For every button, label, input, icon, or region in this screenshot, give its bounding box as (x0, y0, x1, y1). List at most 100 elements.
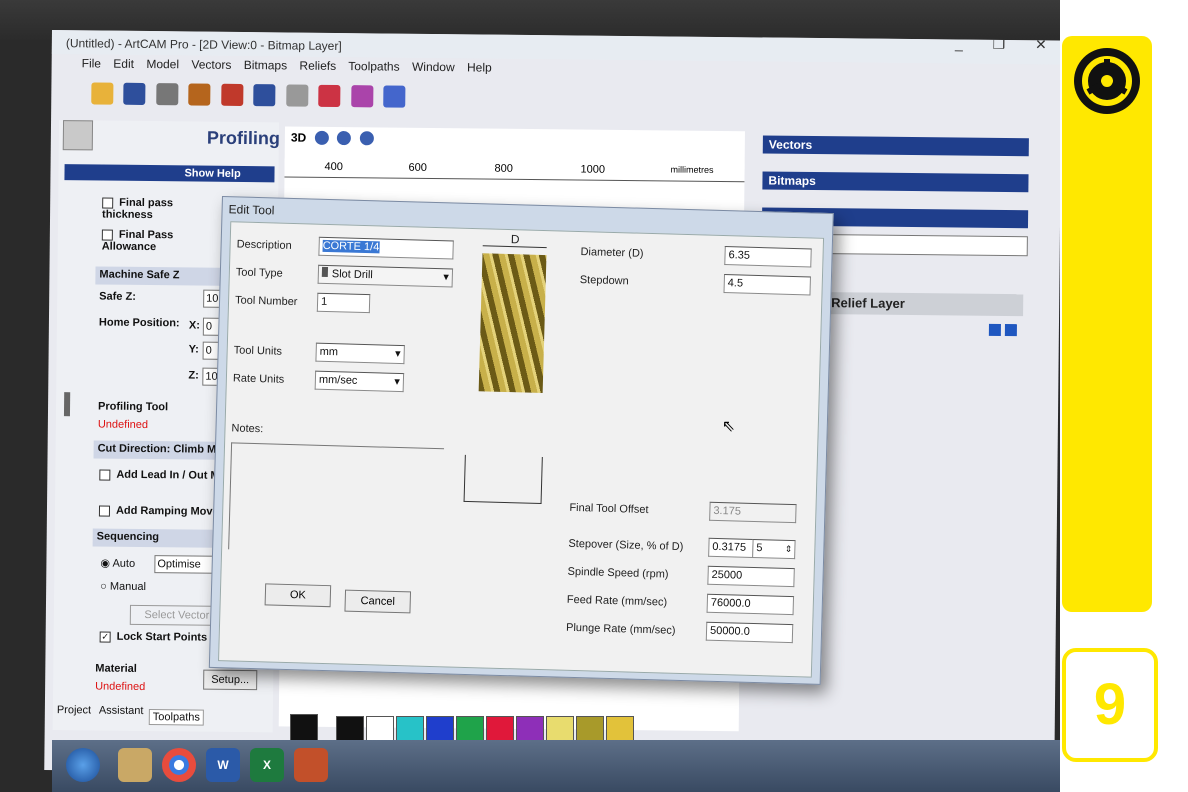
tab-project[interactable]: Project (57, 704, 91, 716)
optimise-select[interactable]: Optimise (154, 555, 219, 574)
chevron-down-icon: ▾ (394, 375, 401, 389)
zoom-in-icon[interactable] (314, 130, 329, 145)
mouse-cursor-icon: ⇖ (721, 418, 736, 436)
final-pass-allowance-checkbox[interactable] (101, 229, 113, 241)
panel-title: Profiling (206, 127, 280, 149)
home-x-label: X: (188, 319, 200, 332)
home-position-label: Home Position: (98, 316, 180, 330)
profiling-tool-status: Undefined (97, 418, 149, 432)
move-up-icon[interactable] (988, 323, 1001, 336)
lead-in-checkbox[interactable] (99, 469, 111, 481)
rate-units-select[interactable]: mm/sec ▾ (314, 370, 405, 393)
tab-assistant[interactable]: Assistant (99, 705, 144, 717)
ruler-tick-1000: 1000 (580, 163, 606, 176)
start-button-icon[interactable] (66, 748, 100, 782)
lock-start-checkbox[interactable]: ✓ (99, 631, 111, 643)
ramping-option[interactable]: Add Ramping Moves (98, 504, 225, 518)
menu-help[interactable]: Help (467, 60, 492, 74)
diameter-label: Diameter (D) (580, 246, 644, 260)
tool-units-select[interactable]: mm ▾ (315, 342, 405, 365)
ramping-checkbox[interactable] (98, 505, 111, 517)
undo-icon[interactable] (253, 84, 276, 107)
manual-radio-label: Manual (109, 580, 147, 594)
menu-toolpaths[interactable]: Toolpaths (348, 59, 400, 74)
diameter-marker-label: D (510, 232, 520, 247)
stepover-size-field[interactable]: 0.3175 (708, 537, 754, 558)
tool-number-label: Tool Number (234, 294, 298, 309)
word-icon[interactable]: W (206, 748, 240, 782)
final-pass-thickness-option[interactable]: Final pass thickness (102, 197, 202, 222)
final-tool-offset-label: Final Tool Offset (569, 501, 649, 517)
menu-vectors[interactable]: Vectors (191, 57, 231, 71)
rate-units-label: Rate Units (232, 372, 285, 386)
menu-file[interactable]: File (82, 56, 101, 70)
excel-icon[interactable]: X (250, 748, 284, 782)
final-tool-offset-field: 3.175 (709, 501, 797, 524)
main-toolbar (91, 82, 491, 118)
menu-reliefs[interactable]: Reliefs (299, 59, 336, 73)
notes-label: Notes: (231, 422, 264, 436)
ramping-label: Add Ramping Moves (115, 504, 225, 518)
auto-radio-option[interactable]: ◉ Auto (100, 557, 135, 570)
auto-radio-label: Auto (112, 557, 136, 570)
eraser-icon[interactable] (350, 85, 374, 108)
tool-type-label: Tool Type (235, 266, 283, 280)
lock-start-option[interactable]: ✓ Lock Start Points (99, 630, 208, 644)
chevron-down-icon: ▾ (394, 347, 401, 361)
draw-icon[interactable] (318, 84, 341, 108)
3d-view-button[interactable]: 3D (291, 131, 306, 145)
chrome-icon[interactable] (162, 748, 196, 782)
spindle-speed-field[interactable]: 25000 (707, 565, 795, 588)
zoom-out-icon[interactable] (337, 130, 352, 146)
menu-bitmaps[interactable]: Bitmaps (244, 58, 288, 72)
move-down-icon[interactable] (1004, 323, 1017, 337)
tool-type-select[interactable]: Slot Drill ▾ (317, 264, 454, 288)
file-explorer-icon[interactable] (118, 748, 152, 782)
save-icon[interactable] (123, 82, 146, 105)
redo-icon[interactable] (285, 84, 309, 107)
final-pass-allowance-option[interactable]: Final Pass Allowance (102, 229, 202, 254)
chevron-down-icon: ▾ (443, 271, 449, 284)
ruler-unit: millimetres (670, 164, 714, 175)
tab-toolpaths[interactable]: Toolpaths (148, 709, 204, 726)
open-folder-icon[interactable] (91, 82, 114, 105)
bitmaps-panel-header[interactable]: Bitmaps (762, 171, 1029, 193)
paste-icon[interactable] (221, 83, 244, 107)
relief-layer-name: Relief Layer (831, 295, 905, 311)
ok-button[interactable]: OK (264, 583, 332, 608)
material-label: Material (95, 662, 137, 675)
show-help-link[interactable]: Show Help (184, 167, 240, 180)
notes-textarea[interactable] (228, 442, 445, 556)
stepover-percent-value: 5 (756, 542, 763, 555)
yellow-sidebar (1062, 36, 1152, 612)
vectors-panel-header[interactable]: Vectors (762, 135, 1029, 157)
cancel-button[interactable]: Cancel (344, 589, 412, 614)
spinner-icon[interactable]: ⇕ (785, 541, 793, 558)
tool-profile-preview (463, 454, 543, 505)
stepover-percent-field[interactable]: 5 ⇕ (752, 538, 796, 560)
cut-icon[interactable] (156, 83, 179, 106)
profiling-tool-label: Profiling Tool (97, 400, 169, 414)
feed-rate-field[interactable]: 76000.0 (706, 593, 795, 616)
manual-radio-option[interactable]: ○ Manual (100, 581, 146, 593)
text-tool-icon[interactable] (62, 120, 94, 151)
final-pass-thickness-checkbox[interactable] (102, 197, 114, 209)
menu-model[interactable]: Model (146, 57, 179, 71)
home-z-label: Z: (188, 369, 199, 382)
lock-start-label: Lock Start Points (116, 630, 208, 644)
plunge-rate-field[interactable]: 50000.0 (705, 621, 794, 644)
stepdown-field[interactable]: 4.5 (723, 274, 811, 296)
menu-edit[interactable]: Edit (113, 57, 134, 71)
copy-icon[interactable] (188, 83, 211, 106)
zoom-fit-icon[interactable] (359, 131, 374, 146)
wizard-icon[interactable] (383, 85, 406, 108)
diameter-field[interactable]: 6.35 (724, 246, 812, 268)
ruler-tick-400: 400 (324, 160, 344, 174)
description-field[interactable]: CORTE 1/4 (318, 236, 454, 260)
material-setup-button[interactable]: Setup... (203, 669, 258, 691)
tool-number-field[interactable]: 1 (316, 292, 371, 314)
menu-window[interactable]: Window (412, 60, 455, 74)
help-bar (64, 164, 275, 183)
powerpoint-icon[interactable] (294, 748, 328, 782)
stepdown-label: Stepdown (579, 274, 629, 288)
